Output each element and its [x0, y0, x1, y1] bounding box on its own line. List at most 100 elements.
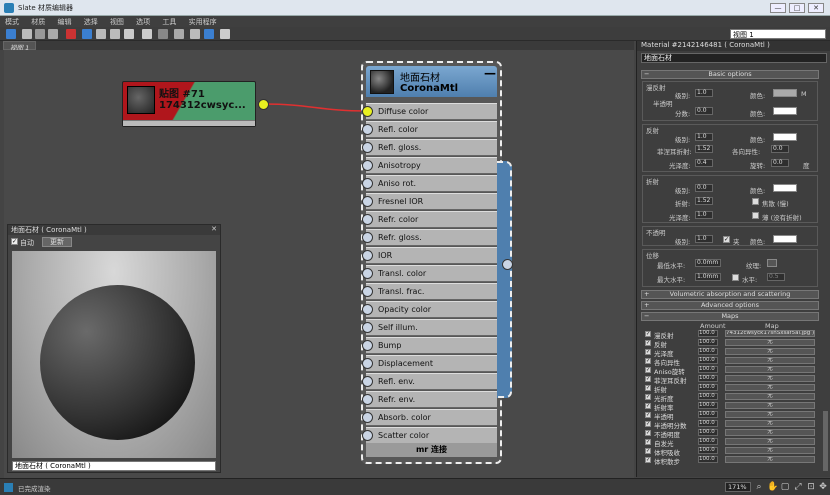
open-navigator-icon[interactable] [190, 29, 200, 39]
corona-output-socket[interactable] [502, 259, 513, 270]
slot-refl-color[interactable]: Refl. color [362, 121, 497, 138]
show-background-icon[interactable] [124, 29, 134, 39]
layout-children-icon[interactable] [158, 29, 168, 39]
map-amount-spinner[interactable]: 100.0 [698, 402, 718, 409]
slot-ior[interactable]: IOR [362, 247, 497, 264]
socket-bump[interactable] [362, 340, 373, 351]
map-enable-checkbox[interactable]: ✓ [645, 358, 651, 364]
map-row[interactable]: ✓ 自发光 100.0 无 [645, 438, 815, 448]
map-slot-button[interactable]: 无 [725, 438, 815, 445]
parameter-editor-icon[interactable] [204, 29, 214, 39]
diffuse-color-swatch[interactable] [773, 89, 797, 97]
caustics-checkbox[interactable] [752, 198, 759, 205]
map-slot-button[interactable]: 无 [725, 357, 815, 364]
refl-color-swatch[interactable] [773, 133, 797, 141]
map-slot-button[interactable]: 无 [725, 447, 815, 454]
map-amount-spinner[interactable]: 100.0 [698, 393, 718, 400]
socket-refl-env[interactable] [362, 376, 373, 387]
slot-fresnel-ior[interactable]: Fresnel IOR [362, 193, 497, 210]
texture-map-button[interactable] [767, 259, 777, 267]
delete-icon[interactable] [66, 29, 76, 39]
slot-self-illum[interactable]: Self illum. [362, 319, 497, 336]
map-row[interactable]: ✓ 体积吸收 100.0 无 [645, 447, 815, 457]
mr-connection-footer[interactable]: mr 连接 [366, 443, 497, 457]
socket-self-illum[interactable] [362, 322, 373, 333]
opacity-level-spinner[interactable]: 1.0 [695, 235, 713, 243]
map-slot-button[interactable]: 无 [725, 429, 815, 436]
map-enable-checkbox[interactable]: ✓ [645, 385, 651, 391]
slot-refr-gloss[interactable]: Refr. gloss. [362, 229, 497, 246]
panel-scrollbar[interactable] [823, 411, 828, 471]
map-enable-checkbox[interactable]: ✓ [645, 439, 651, 445]
refr-gloss-spinner[interactable]: 1.0 [695, 211, 713, 219]
thin-checkbox[interactable] [752, 212, 759, 219]
map-row[interactable]: ✓ 反射 100.0 无 [645, 339, 815, 349]
socket-displacement[interactable] [362, 358, 373, 369]
corona-material-node[interactable]: 地面石材 CoronaMtl — Diffuse color Refl. col… [361, 61, 502, 464]
map-slot-button[interactable]: 无 [725, 339, 815, 346]
socket-scatter-color[interactable] [362, 430, 373, 441]
put-material-icon[interactable] [35, 29, 45, 39]
view-select[interactable]: 视图 1 [730, 29, 826, 39]
map-enable-checkbox[interactable]: ✓ [645, 331, 651, 337]
map-slot-button[interactable]: 无 [725, 402, 815, 409]
map-amount-spinner[interactable]: 100.0 [698, 429, 718, 436]
map-slot-button[interactable]: 无 [725, 393, 815, 400]
minimize-button[interactable]: — [770, 3, 786, 13]
map-enable-checkbox[interactable]: ✓ [645, 349, 651, 355]
search-icon[interactable] [220, 29, 230, 39]
max-level-spinner[interactable]: 1.0mm [695, 273, 721, 281]
layout-all-icon[interactable] [142, 29, 152, 39]
zoom-field[interactable]: 171% [725, 482, 751, 492]
ior-spinner[interactable]: 1.52 [695, 197, 713, 205]
map-row[interactable]: ✓ 折射率 100.0 无 [645, 402, 815, 412]
material-name-field[interactable]: 地面石材 [641, 53, 827, 63]
close-button[interactable]: ✕ [808, 3, 824, 13]
auto-checkbox[interactable]: ✓ [11, 238, 18, 245]
diffuse-level-spinner[interactable]: 1.0 [695, 89, 713, 97]
rollout-advanced[interactable]: + Advanced options [641, 301, 819, 310]
map-row[interactable]: ✓ 半透明分数 100.0 无 [645, 420, 815, 430]
bitmap-node[interactable]: 贴图 #71 174312cwsyc... [122, 81, 256, 127]
rollout-maps[interactable]: − Maps [641, 312, 819, 321]
slot-opacity-color[interactable]: Opacity color [362, 301, 497, 318]
clip-checkbox[interactable]: ✓ [723, 236, 730, 243]
socket-anisotropy[interactable] [362, 160, 373, 171]
map-enable-checkbox[interactable]: ✓ [645, 430, 651, 436]
map-enable-checkbox[interactable]: ✓ [645, 403, 651, 409]
map-row[interactable]: ✓ 半透明 100.0 无 [645, 411, 815, 421]
rollout-basic-options[interactable]: − Basic options [641, 70, 819, 79]
refl-gloss-spinner[interactable]: 0.4 [695, 159, 713, 167]
map-enable-checkbox[interactable]: ✓ [645, 457, 651, 463]
socket-opacity-color[interactable] [362, 304, 373, 315]
map-amount-spinner[interactable]: 100.0 [698, 384, 718, 391]
select-tool-icon[interactable] [6, 29, 16, 39]
map-amount-spinner[interactable]: 100.0 [698, 447, 718, 454]
slot-refl-gloss[interactable]: Refl. gloss. [362, 139, 497, 156]
slot-bump[interactable]: Bump [362, 337, 497, 354]
collapse-icon[interactable]: — [484, 66, 496, 80]
zoom-extents-icon[interactable]: ⤢ [793, 482, 803, 492]
map-amount-spinner[interactable]: 100.0 [698, 357, 718, 364]
map-amount-spinner[interactable]: 100.0 [698, 411, 718, 418]
map-row[interactable]: ✓ 折射 100.0 无 [645, 384, 815, 394]
map-row[interactable]: ✓ 各向异性 100.0 无 [645, 357, 815, 367]
map-amount-spinner[interactable]: 100.0 [698, 348, 718, 355]
socket-ior[interactable] [362, 250, 373, 261]
slot-absorb-color[interactable]: Absorb. color [362, 409, 497, 426]
map-row[interactable]: ✓ Aniso旋转 100.0 无 [645, 366, 815, 376]
map-slot-button[interactable]: 无 [725, 348, 815, 355]
slot-displacement[interactable]: Displacement [362, 355, 497, 372]
material-parameters-icon[interactable] [174, 29, 184, 39]
transl-color-swatch[interactable] [773, 107, 797, 115]
map-slot-button[interactable]: 无 [725, 375, 815, 382]
fraction-spinner[interactable]: 0.0 [695, 107, 713, 115]
pan-icon[interactable]: ✋ [767, 482, 778, 492]
slot-refl-env[interactable]: Refl. env. [362, 373, 497, 390]
zoom-region-icon[interactable]: ▢ [780, 482, 790, 492]
slot-transl-color[interactable]: Transl. color [362, 265, 497, 282]
assign-material-icon[interactable] [48, 29, 58, 39]
socket-refr-env[interactable] [362, 394, 373, 405]
show-map-icon[interactable] [110, 29, 120, 39]
min-level-spinner[interactable]: 0.0mm [695, 259, 721, 267]
